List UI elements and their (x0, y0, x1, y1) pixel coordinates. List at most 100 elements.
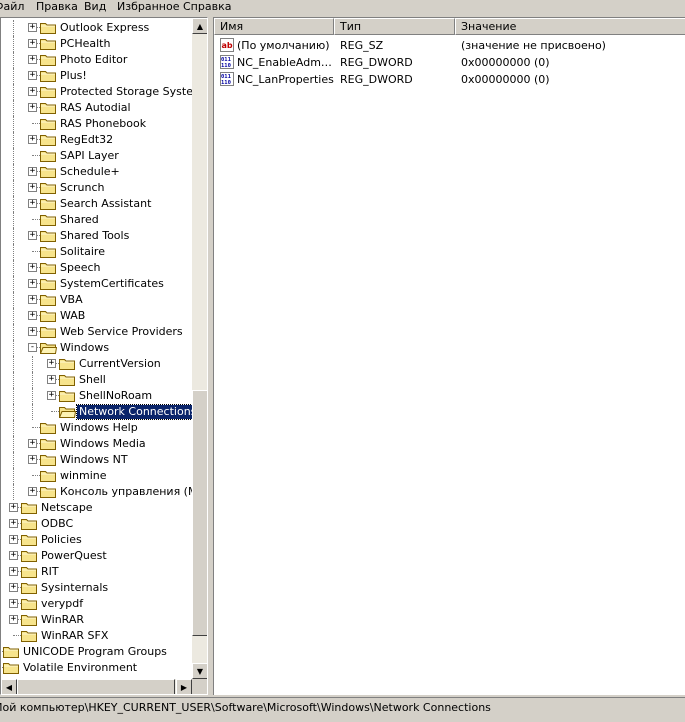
tree-item[interactable]: - Windows (1, 340, 192, 356)
tree-item[interactable]: + VBA (1, 292, 192, 308)
expand-icon[interactable]: + (28, 135, 37, 144)
tree-item[interactable]: + ODBC (1, 516, 192, 532)
tree-item[interactable]: + Windows NT (1, 452, 192, 468)
expand-icon[interactable]: + (47, 375, 56, 384)
expand-icon[interactable]: + (28, 295, 37, 304)
tree-item[interactable]: + Shared Tools (1, 228, 192, 244)
tree-item[interactable]: UNICODE Program Groups (1, 644, 192, 660)
tree-item[interactable]: + ShellNoRoam (1, 388, 192, 404)
value-type: REG_DWORD (340, 56, 413, 69)
menu-file[interactable]: Файл (0, 0, 24, 16)
scroll-down-arrow-icon[interactable]: ▼ (192, 663, 207, 679)
tree-item[interactable]: + WAB (1, 308, 192, 324)
tree-item[interactable]: Volatile Environment (1, 660, 192, 676)
expand-icon[interactable]: + (28, 263, 37, 272)
expand-icon[interactable]: + (28, 23, 37, 32)
expand-icon[interactable]: + (28, 439, 37, 448)
scroll-up-arrow-icon[interactable]: ▲ (192, 18, 207, 34)
menu-edit[interactable]: Правка (36, 0, 78, 16)
expand-icon[interactable]: + (9, 519, 18, 528)
binary-value-icon: 011 110 (220, 72, 234, 86)
scroll-thumb[interactable] (192, 390, 207, 636)
collapse-icon[interactable]: - (28, 343, 37, 352)
tree-item[interactable]: + WinRAR (1, 612, 192, 628)
tree-item[interactable]: + Schedule+ (1, 164, 192, 180)
scroll-right-arrow-icon[interactable]: ▶ (176, 679, 192, 694)
tree-item[interactable]: + Консоль управления (MMC) (1, 484, 192, 500)
tree-item[interactable]: winmine (1, 468, 192, 484)
tree-item-label: verypdf (41, 597, 84, 610)
menu-view[interactable]: Вид (84, 0, 106, 16)
tree-item[interactable]: + Shell (1, 372, 192, 388)
expand-icon[interactable]: + (28, 167, 37, 176)
column-header-type[interactable]: Тип (334, 18, 455, 35)
expand-icon[interactable]: + (9, 583, 18, 592)
tree-item[interactable]: + SystemCertificates (1, 276, 192, 292)
expand-icon[interactable]: + (9, 551, 18, 560)
tree-item[interactable]: Network Connections (1, 404, 192, 420)
expand-icon[interactable]: + (9, 615, 18, 624)
tree-item[interactable]: + Web Service Providers (1, 324, 192, 340)
hscroll-thumb[interactable] (17, 679, 175, 694)
expand-icon[interactable]: + (28, 103, 37, 112)
expand-icon[interactable]: + (28, 87, 37, 96)
tree-horizontal-scrollbar[interactable]: ◀ ▶ (1, 679, 192, 694)
tree-item[interactable]: Windows Help (1, 420, 192, 436)
column-header-value[interactable]: Значение (455, 18, 685, 35)
tree-item[interactable]: + Photo Editor (1, 52, 192, 68)
tree-item-label: Search Assistant (60, 197, 152, 210)
expand-icon[interactable]: + (9, 503, 18, 512)
tree-item[interactable]: + Sysinternals (1, 580, 192, 596)
tree-item[interactable]: + RegEdt32 (1, 132, 192, 148)
tree-item[interactable]: + Protected Storage System Provider (1, 84, 192, 100)
expand-icon[interactable]: + (9, 567, 18, 576)
expand-icon[interactable]: + (28, 39, 37, 48)
expand-icon[interactable]: + (28, 55, 37, 64)
tree-item[interactable]: Shared (1, 212, 192, 228)
column-header-name[interactable]: Имя (214, 18, 334, 35)
tree-vertical-scrollbar[interactable]: ▲ ▼ (192, 18, 207, 679)
tree-item[interactable]: + Windows Media (1, 436, 192, 452)
tree-item[interactable]: + PowerQuest (1, 548, 192, 564)
tree-item[interactable]: + PCHealth (1, 36, 192, 52)
expand-icon[interactable]: + (47, 359, 56, 368)
expand-icon[interactable]: + (9, 599, 18, 608)
tree-item[interactable]: SAPI Layer (1, 148, 192, 164)
menu-favorites[interactable]: Избранное (117, 0, 179, 16)
tree-item[interactable]: RAS Phonebook (1, 116, 192, 132)
value-row[interactable]: ab (По умолчанию) REG_SZ (значение не пр… (214, 37, 684, 54)
tree-item[interactable]: + RAS Autodial (1, 100, 192, 116)
expand-icon[interactable]: + (9, 535, 18, 544)
tree-item-label: Outlook Express (60, 21, 150, 34)
tree-item[interactable]: + Plus! (1, 68, 192, 84)
folder-icon (3, 662, 20, 674)
expand-icon[interactable]: + (28, 327, 37, 336)
expand-icon[interactable]: + (28, 231, 37, 240)
tree-item[interactable]: + CurrentVersion (1, 356, 192, 372)
tree-item[interactable]: + Search Assistant (1, 196, 192, 212)
folder-icon (21, 550, 38, 562)
tree-item[interactable]: WinRAR SFX (1, 628, 192, 644)
expand-icon[interactable]: + (28, 183, 37, 192)
tree-item[interactable]: + verypdf (1, 596, 192, 612)
value-row[interactable]: 011 110 NC_EnableAdminProhibits REG_DWOR… (214, 54, 684, 71)
expand-icon[interactable]: + (28, 311, 37, 320)
expand-icon[interactable]: + (28, 455, 37, 464)
tree-guide-line (13, 468, 15, 484)
tree-item[interactable]: + Netscape (1, 500, 192, 516)
scroll-left-arrow-icon[interactable]: ◀ (1, 679, 17, 694)
expand-icon[interactable]: + (28, 71, 37, 80)
expand-icon[interactable]: + (28, 279, 37, 288)
tree-item[interactable]: + RIT (1, 564, 192, 580)
expand-icon[interactable]: + (28, 199, 37, 208)
tree-item[interactable]: Solitaire (1, 244, 192, 260)
value-row[interactable]: 011 110 NC_LanProperties REG_DWORD 0x000… (214, 71, 684, 88)
menu-help[interactable]: Справка (183, 0, 231, 16)
tree-item[interactable]: + Scrunch (1, 180, 192, 196)
tree-item[interactable]: + Policies (1, 532, 192, 548)
folder-icon (40, 262, 57, 274)
expand-icon[interactable]: + (28, 487, 37, 496)
expand-icon[interactable]: + (47, 391, 56, 400)
tree-item[interactable]: + Outlook Express (1, 20, 192, 36)
tree-item[interactable]: + Speech (1, 260, 192, 276)
